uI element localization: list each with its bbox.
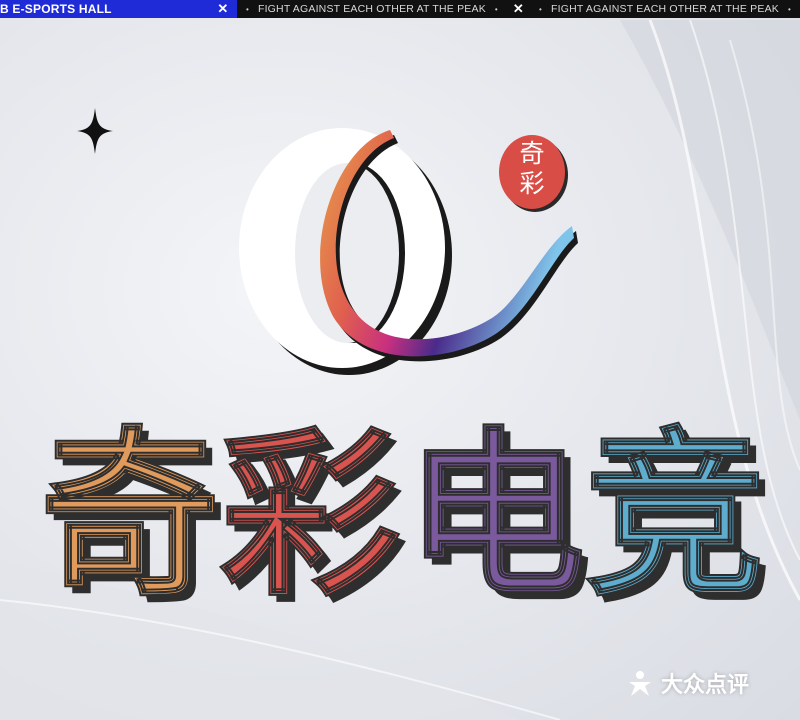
seal-badge: 奇 彩 — [499, 131, 569, 209]
dianping-watermark: 大众点评 — [625, 668, 749, 698]
seal-char-1: 奇 — [519, 139, 545, 168]
banner-highlight: B E-SPORTS HALL ✕ — [0, 0, 237, 18]
close-icon: ✕ — [217, 1, 229, 16]
banner-slogan-text: FIGHT AGAINST EACH OTHER AT THE PEAK — [551, 3, 779, 15]
sparkle-icon — [77, 108, 113, 154]
title-char-qi: 奇 — [39, 412, 221, 621]
dot-icon: • — [245, 4, 249, 14]
banner-slogans: • FIGHT AGAINST EACH OTHER AT THE PEAK •… — [237, 0, 800, 18]
dot-icon: • — [494, 4, 498, 14]
title-char-cai: 彩 — [219, 412, 401, 621]
seal-char-2: 彩 — [519, 169, 545, 198]
seal-text: 奇 彩 — [499, 139, 565, 199]
close-icon: ✕ — [512, 1, 525, 16]
watermark-text: 大众点评 — [661, 673, 750, 698]
dot-icon: • — [539, 4, 543, 14]
top-banner: B E-SPORTS HALL ✕ • FIGHT AGAINST EACH O… — [0, 0, 800, 18]
banner-hall-text: B E-SPORTS HALL — [0, 2, 112, 16]
banner-slogan-text: FIGHT AGAINST EACH OTHER AT THE PEAK — [257, 3, 486, 15]
dianping-logo-icon — [629, 671, 651, 696]
title-char-jing: 竞 — [584, 412, 766, 621]
brand-title: 奇 彩 电 竞 — [39, 412, 766, 622]
title-char-dian: 电 — [404, 412, 586, 621]
dot-icon: • — [787, 4, 791, 14]
